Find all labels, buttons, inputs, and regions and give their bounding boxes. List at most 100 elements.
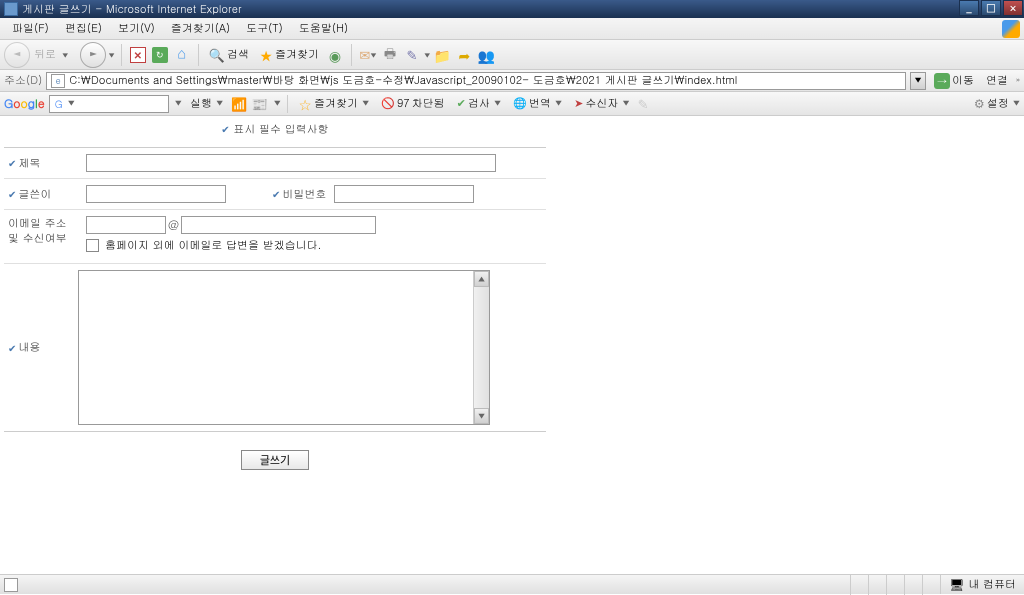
computer-icon: 🖥: [949, 576, 964, 593]
row-author-password: ✔ 글쓴이 ✔ 비밀번호: [4, 178, 546, 209]
forward-button[interactable]: ►: [80, 42, 106, 68]
go-button[interactable]: → 이동: [930, 71, 978, 91]
star-icon: ★: [259, 45, 273, 65]
google-blocked-button[interactable]: 🚫 97 차단됨: [377, 94, 448, 113]
status-cell: [868, 575, 886, 595]
links-label[interactable]: 연결: [986, 73, 1008, 88]
chevron-down-icon: ▼: [68, 98, 75, 109]
password-field[interactable]: [334, 185, 474, 203]
menu-edit[interactable]: 편집(E): [57, 19, 110, 38]
label-author: ✔ 글쓴이: [8, 187, 78, 202]
address-input[interactable]: e C:\Documents and Settings\master\바탕 화면…: [46, 72, 906, 90]
close-button[interactable]: ×: [1003, 0, 1023, 16]
messenger-button[interactable]: 👥: [476, 45, 496, 65]
arrow-button[interactable]: ➦: [454, 45, 474, 65]
label-password: ✔ 비밀번호: [272, 187, 326, 202]
folder-button[interactable]: 📁: [432, 45, 452, 65]
back-button[interactable]: ◄: [4, 42, 30, 68]
news-icon[interactable]: 📰: [251, 94, 267, 113]
feed-icon[interactable]: 📶: [231, 94, 247, 113]
address-bar: 주소(D) e C:\Documents and Settings\master…: [0, 70, 1024, 92]
highlight-icon[interactable]: ✎: [638, 94, 649, 113]
author-field[interactable]: [86, 185, 226, 203]
print-button[interactable]: 🖶: [380, 45, 400, 65]
status-cell: [922, 575, 940, 595]
send-icon: ➤: [574, 96, 583, 111]
chevron-down-icon: ▼: [622, 98, 629, 109]
media-button[interactable]: ◉: [325, 45, 345, 65]
mail-button[interactable]: ✉▼: [358, 45, 378, 65]
edit-icon: ✎: [407, 45, 418, 64]
go-label: 이동: [952, 73, 974, 88]
maximize-button[interactable]: □: [981, 0, 1001, 16]
favorites-label: 즐겨찾기: [275, 47, 319, 62]
status-cell: [904, 575, 922, 595]
menu-view[interactable]: 보기(V): [110, 19, 163, 38]
window-titlebar: 게시판 글쓰기 - Microsoft Internet Explorer _ …: [0, 0, 1024, 18]
edit-button[interactable]: ✎: [402, 45, 422, 65]
google-bookmark-button[interactable]: ☆ 즐겨찾기 ▼: [294, 92, 373, 116]
favorites-button[interactable]: ★ 즐겨찾기: [255, 43, 323, 67]
check-mark-icon: ✔: [8, 187, 16, 201]
toolbar-separator: [287, 95, 288, 113]
gear-icon: ⚙: [974, 95, 985, 112]
chevron-down-icon: ▼: [1013, 98, 1020, 109]
title-field[interactable]: [86, 154, 496, 172]
check-mark-icon: ✔: [221, 122, 229, 136]
stop-button[interactable]: ✕: [128, 45, 148, 65]
status-left: [0, 578, 850, 592]
back-label: 뒤로: [34, 47, 56, 62]
row-email: 이메일 주소 및 수신여부 @ 홈페이지 외에 이메일로 답변을 받겠습니다.: [4, 209, 546, 263]
email-id-field[interactable]: [86, 216, 166, 234]
google-settings-button[interactable]: ⚙ 설정 ▼: [974, 95, 1020, 112]
google-run-button[interactable]: 실행 ▼: [186, 94, 227, 113]
address-dropdown[interactable]: ▼: [910, 72, 926, 90]
search-icon: 🔍: [209, 45, 225, 64]
google-logo[interactable]: Google: [4, 95, 45, 112]
menu-favorites[interactable]: 즐겨찾기(A): [163, 19, 238, 38]
search-button[interactable]: 🔍 검색: [205, 43, 253, 66]
folder-icon: 📁: [434, 45, 451, 65]
menu-tools[interactable]: 도구(T): [238, 19, 291, 38]
minimize-button[interactable]: _: [959, 0, 979, 16]
google-sender-button[interactable]: ➤ 수신자 ▼: [570, 94, 634, 113]
check-mark-icon: ✔: [272, 187, 280, 201]
media-icon: ◉: [329, 45, 341, 65]
menu-help[interactable]: 도움말(H): [291, 19, 356, 38]
menu-file[interactable]: 파일(F): [4, 19, 57, 38]
chevron-down-icon: ▼: [216, 98, 223, 109]
email-optin-checkbox[interactable]: [86, 239, 99, 252]
go-icon: →: [934, 73, 950, 89]
textarea-scrollbar[interactable]: ▲ ▼: [473, 271, 489, 424]
ie-logo-icon: [1002, 20, 1020, 38]
back-dropdown-icon[interactable]: ▼: [62, 50, 68, 60]
email-optin-label: 홈페이지 외에 이메일로 답변을 받겠습니다.: [105, 238, 321, 253]
google-translate-button[interactable]: 🌐 번역 ▼: [509, 94, 566, 113]
window-controls: _ □ ×: [958, 0, 1024, 18]
content-textarea[interactable]: ▲ ▼: [78, 270, 490, 425]
form-area: ✔ 제목 ✔ 글쓴이 ✔ 비밀번호 이메일 주소 및 수신여부: [0, 143, 550, 436]
scroll-up-icon[interactable]: ▲: [474, 271, 489, 287]
email-fields: @ 홈페이지 외에 이메일로 답변을 받겠습니다.: [86, 216, 376, 257]
home-button[interactable]: ⌂: [172, 45, 192, 65]
label-content: ✔ 내용: [8, 340, 78, 355]
google-search-input[interactable]: G ▼: [49, 95, 169, 113]
page-icon: e: [51, 74, 65, 88]
submit-button[interactable]: 글쓰기: [241, 450, 309, 470]
block-icon: 🚫: [381, 96, 395, 111]
google-g-icon: G: [52, 97, 66, 111]
print-icon: 🖶: [384, 43, 396, 67]
check-mark-icon: ✔: [8, 341, 16, 355]
navigation-toolbar: ◄ 뒤로 ▼ ► ▼ ✕ ↻ ⌂ 🔍 검색 ★ 즐겨찾기 ◉ ✉▼ 🖶 ✎ ▼ …: [0, 40, 1024, 70]
forward-dropdown-icon[interactable]: ▼: [108, 50, 114, 60]
row-title: ✔ 제목: [4, 147, 546, 178]
chevron-down-icon[interactable]: ▼: [175, 98, 182, 109]
messenger-icon: 👥: [478, 45, 495, 65]
chevron-down-icon[interactable]: ▼: [274, 98, 281, 109]
google-check-button[interactable]: ✔ 검사 ▼: [453, 94, 506, 113]
email-domain-field[interactable]: [181, 216, 376, 234]
status-page-icon: [4, 578, 18, 592]
refresh-button[interactable]: ↻: [150, 45, 170, 65]
chevron-down-icon[interactable]: ▼: [424, 50, 430, 60]
scroll-down-icon[interactable]: ▼: [474, 408, 489, 424]
